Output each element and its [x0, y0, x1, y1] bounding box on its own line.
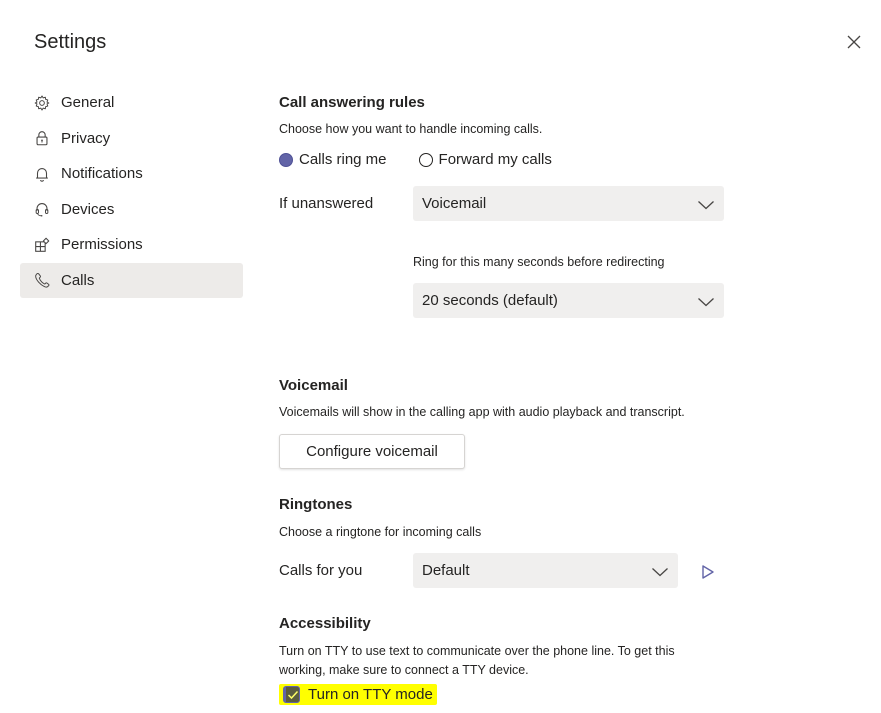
accessibility-description-line2: working, make sure to connect a TTY devi…: [279, 663, 529, 677]
dropdown-value: Default: [422, 562, 470, 579]
ringtones-title: Ringtones: [279, 496, 353, 513]
dropdown-value: 20 seconds (default): [422, 292, 558, 309]
sidebar-item-general[interactable]: General: [20, 85, 243, 121]
ringtone-dropdown[interactable]: Default: [413, 553, 678, 588]
sidebar-item-permissions[interactable]: Permissions: [20, 227, 243, 263]
lock-icon: [32, 128, 52, 148]
ring-duration-label: Ring for this many seconds before redire…: [413, 255, 665, 269]
sidebar-item-label: Devices: [61, 200, 115, 218]
ringtones-description: Choose a ringtone for incoming calls: [279, 525, 482, 539]
bell-icon: [32, 164, 52, 184]
radio-selected-indicator: [279, 152, 293, 167]
apps-icon: [32, 235, 52, 255]
play-icon: [702, 565, 714, 579]
if-unanswered-label: If unanswered: [279, 195, 374, 212]
sidebar-item-calls[interactable]: Calls: [20, 262, 243, 298]
dropdown-value: Voicemail: [422, 195, 487, 212]
chevron-down-icon: [651, 565, 669, 577]
phone-icon: [32, 270, 52, 290]
chevron-down-icon: [697, 295, 715, 307]
close-icon: [847, 35, 861, 49]
sidebar-item-label: Privacy: [61, 129, 111, 147]
if-unanswered-dropdown[interactable]: Voicemail: [413, 186, 724, 221]
highlight-annotation: Turn on TTY mode: [279, 684, 437, 705]
voicemail-title: Voicemail: [279, 377, 348, 394]
sidebar-item-notifications[interactable]: Notifications: [20, 156, 243, 192]
sidebar-item-label: Notifications: [61, 165, 143, 183]
radio-forward-my-calls[interactable]: Forward my calls: [418, 151, 552, 168]
settings-sidebar: General Privacy Notifications Devices Pe…: [20, 85, 243, 298]
call-answering-title: Call answering rules: [279, 94, 425, 111]
accessibility-description-line1: Turn on TTY to use text to communicate o…: [279, 644, 675, 658]
calls-for-you-label: Calls for you: [279, 562, 363, 579]
radio-calls-ring-me[interactable]: Calls ring me: [279, 151, 387, 168]
tty-mode-option: Turn on TTY mode: [279, 684, 437, 705]
sidebar-item-label: Calls: [61, 271, 95, 289]
sidebar-item-label: Permissions: [61, 236, 143, 254]
tty-mode-checkbox[interactable]: [283, 686, 300, 703]
play-ringtone-button[interactable]: [700, 563, 716, 581]
sidebar-item-privacy[interactable]: Privacy: [20, 121, 243, 157]
tty-mode-label: Turn on TTY mode: [308, 686, 433, 703]
sidebar-item-label: General: [61, 94, 115, 112]
call-answering-description: Choose how you want to handle incoming c…: [279, 122, 543, 136]
radio-label: Calls ring me: [299, 151, 387, 168]
call-answering-radio-group: Calls ring me Forward my calls: [279, 151, 584, 168]
radio-unselected-indicator: [418, 152, 433, 167]
radio-label: Forward my calls: [438, 151, 552, 168]
gear-icon: [32, 93, 52, 113]
checkmark-icon: [287, 690, 298, 699]
voicemail-description: Voicemails will show in the calling app …: [279, 405, 685, 419]
chevron-down-icon: [697, 198, 715, 210]
close-button[interactable]: [845, 33, 863, 51]
ring-duration-dropdown[interactable]: 20 seconds (default): [413, 283, 724, 318]
accessibility-title: Accessibility: [279, 615, 371, 632]
sidebar-item-devices[interactable]: Devices: [20, 192, 243, 228]
headset-icon: [32, 199, 52, 219]
configure-voicemail-button[interactable]: Configure voicemail: [279, 434, 465, 469]
page-title: Settings: [34, 31, 107, 53]
